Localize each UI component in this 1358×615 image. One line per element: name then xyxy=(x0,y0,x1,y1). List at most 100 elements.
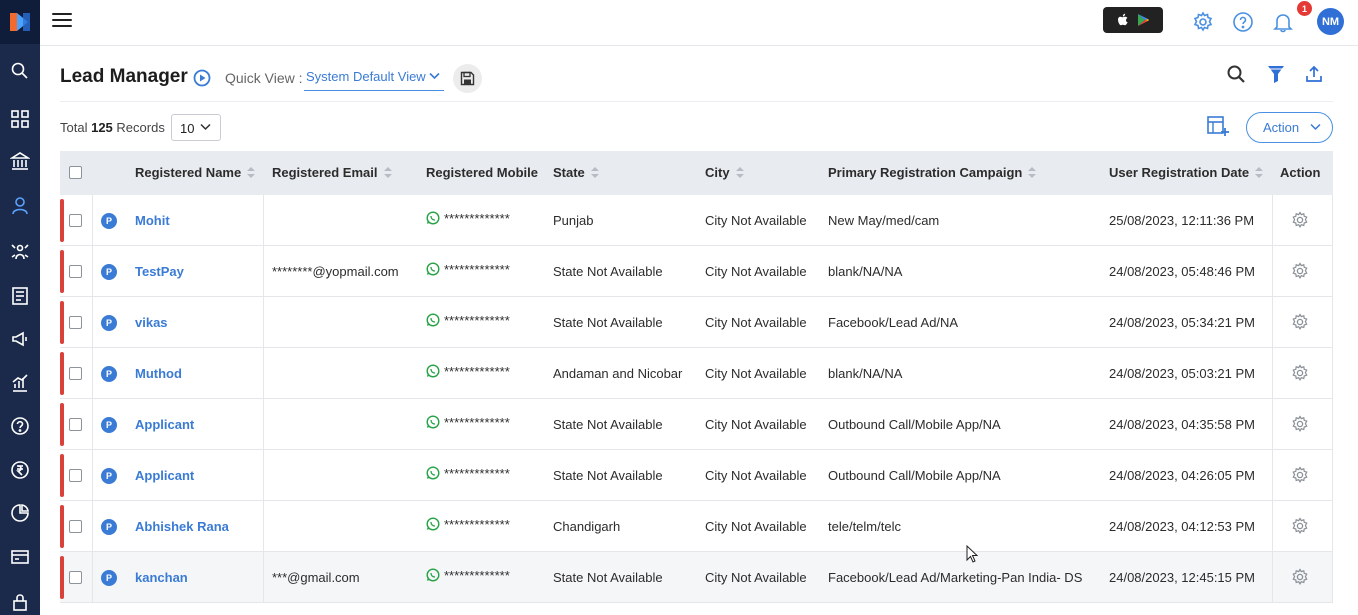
analytics-icon[interactable] xyxy=(0,365,40,401)
lead-name-link[interactable]: Applicant xyxy=(135,417,194,432)
lead-name-link[interactable]: Applicant xyxy=(135,468,194,483)
page-size-select[interactable]: 10 xyxy=(171,114,221,141)
records-suffix: Records xyxy=(116,120,165,135)
whatsapp-icon[interactable] xyxy=(426,568,440,582)
select-all-checkbox[interactable] xyxy=(69,166,82,179)
whatsapp-icon[interactable] xyxy=(426,517,440,531)
column-divider xyxy=(1332,246,1333,297)
row-settings-gear-icon[interactable] xyxy=(1291,466,1309,484)
menu-toggle-icon[interactable] xyxy=(52,13,72,31)
table-row[interactable]: P Mohit ************* Punjab City Not Av… xyxy=(60,195,1333,246)
user-icon[interactable] xyxy=(0,188,40,224)
filter-icon[interactable] xyxy=(1266,64,1288,86)
column-divider xyxy=(92,501,93,552)
campaign-icon[interactable] xyxy=(0,321,40,357)
sort-icon[interactable] xyxy=(1028,167,1037,179)
lead-name-link[interactable]: Mohit xyxy=(135,213,170,228)
column-divider xyxy=(1332,501,1333,552)
table-row[interactable]: P vikas ************* State Not Availabl… xyxy=(60,297,1333,348)
lead-mobile: ************* xyxy=(444,262,510,277)
lead-city: City Not Available xyxy=(705,366,807,381)
row-checkbox[interactable] xyxy=(69,571,82,584)
lead-registration-date: 24/08/2023, 05:48:46 PM xyxy=(1109,264,1256,279)
row-checkbox[interactable] xyxy=(69,469,82,482)
lead-name-link[interactable]: Muthod xyxy=(135,366,182,381)
table-row[interactable]: P Applicant ************* State Not Avai… xyxy=(60,399,1333,450)
row-checkbox[interactable] xyxy=(69,214,82,227)
whatsapp-icon[interactable] xyxy=(426,211,440,225)
row-settings-gear-icon[interactable] xyxy=(1291,313,1309,331)
top-bar: 1 NM xyxy=(40,0,1358,46)
row-checkbox[interactable] xyxy=(69,316,82,329)
row-settings-gear-icon[interactable] xyxy=(1291,415,1309,433)
notification-bell-icon[interactable] xyxy=(1272,11,1294,33)
whatsapp-icon[interactable] xyxy=(426,364,440,378)
sort-icon[interactable] xyxy=(247,167,256,179)
column-header-registered-name[interactable]: Registered Name xyxy=(135,165,256,180)
row-settings-gear-icon[interactable] xyxy=(1291,262,1309,280)
search-icon[interactable] xyxy=(0,53,40,89)
column-header-state[interactable]: State xyxy=(553,165,599,180)
lead-name-link[interactable]: TestPay xyxy=(135,264,184,279)
column-divider xyxy=(263,246,264,297)
lead-email: ********@yopmail.com xyxy=(272,264,399,279)
row-settings-gear-icon[interactable] xyxy=(1291,211,1309,229)
column-header-city[interactable]: City xyxy=(705,165,744,180)
lead-name-link[interactable]: vikas xyxy=(135,315,168,330)
sort-icon[interactable] xyxy=(735,167,744,179)
lock-icon[interactable] xyxy=(0,584,40,615)
column-header-registered-email[interactable]: Registered Email xyxy=(272,165,392,180)
table-row[interactable]: P TestPay ********@yopmail.com *********… xyxy=(60,246,1333,297)
forms-icon[interactable] xyxy=(0,278,40,314)
column-header-registration-date[interactable]: User Registration Date xyxy=(1109,165,1264,180)
lead-name-link[interactable]: Abhishek Rana xyxy=(135,519,229,534)
row-checkbox[interactable] xyxy=(69,520,82,533)
lead-type-badge: P xyxy=(101,213,117,229)
column-header-campaign[interactable]: Primary Registration Campaign xyxy=(828,165,1037,180)
table-row[interactable]: P Abhishek Rana ************* Chandigarh… xyxy=(60,501,1333,552)
app-store-badge[interactable] xyxy=(1103,7,1163,33)
play-tutorial-icon[interactable] xyxy=(193,69,211,87)
lead-type-badge: P xyxy=(101,417,117,433)
app-logo[interactable] xyxy=(0,0,40,44)
lead-city: City Not Available xyxy=(705,315,807,330)
rupee-icon[interactable] xyxy=(0,452,40,488)
sort-icon[interactable] xyxy=(383,167,392,179)
network-icon[interactable] xyxy=(0,234,40,270)
row-settings-gear-icon[interactable] xyxy=(1291,364,1309,382)
table-row[interactable]: P Applicant ************* State Not Avai… xyxy=(60,450,1333,501)
help-icon[interactable] xyxy=(0,408,40,444)
row-checkbox[interactable] xyxy=(69,367,82,380)
sort-icon[interactable] xyxy=(1255,167,1264,179)
payment-card-icon[interactable] xyxy=(0,539,40,575)
whatsapp-icon[interactable] xyxy=(426,262,440,276)
help-circle-icon[interactable] xyxy=(1232,11,1254,33)
whatsapp-icon[interactable] xyxy=(426,313,440,327)
lead-name-link[interactable]: kanchan xyxy=(135,570,188,585)
institution-icon[interactable] xyxy=(0,143,40,179)
table-header: Registered Name Registered Email Registe… xyxy=(60,151,1333,195)
whatsapp-icon[interactable] xyxy=(426,466,440,480)
quick-view-dropdown[interactable]: System Default View xyxy=(304,66,444,91)
row-settings-gear-icon[interactable] xyxy=(1291,568,1309,586)
row-checkbox[interactable] xyxy=(69,265,82,278)
lead-campaign: blank/NA/NA xyxy=(828,264,903,279)
row-checkbox[interactable] xyxy=(69,418,82,431)
row-settings-gear-icon[interactable] xyxy=(1291,517,1309,535)
user-avatar[interactable]: NM xyxy=(1317,8,1344,35)
quick-view-value: System Default View xyxy=(306,69,426,84)
sort-icon[interactable] xyxy=(590,167,599,179)
export-upload-icon[interactable] xyxy=(1304,64,1326,86)
table-row[interactable]: P kanchan ***@gmail.com ************* St… xyxy=(60,552,1333,603)
column-divider xyxy=(1272,501,1273,552)
add-column-icon[interactable] xyxy=(1206,114,1230,138)
column-divider xyxy=(263,450,264,501)
pie-chart-icon[interactable] xyxy=(0,495,40,531)
dashboard-icon[interactable] xyxy=(0,101,40,137)
table-row[interactable]: P Muthod ************* Andaman and Nicob… xyxy=(60,348,1333,399)
save-view-button[interactable] xyxy=(453,64,482,93)
action-dropdown-button[interactable]: Action xyxy=(1246,112,1333,143)
settings-gear-icon[interactable] xyxy=(1192,11,1214,33)
search-icon[interactable] xyxy=(1226,64,1248,86)
whatsapp-icon[interactable] xyxy=(426,415,440,429)
